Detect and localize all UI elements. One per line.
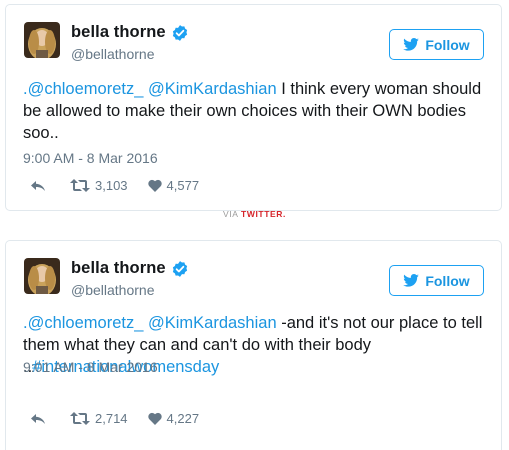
tweet-card: bella thorne @bellathorne Follow .@chloe…	[5, 240, 502, 450]
twitter-bird-icon	[403, 38, 420, 51]
tweet-card: bella thorne @bellathorne Follow .@chloe…	[5, 4, 502, 211]
reply-button[interactable]	[30, 413, 46, 425]
like-count: 4,577	[166, 178, 200, 193]
tweet-timestamp[interactable]: 9:01 AM - 8 Mar 2016	[23, 359, 158, 375]
retweet-count: 2,714	[95, 411, 128, 426]
mention-link[interactable]: @KimKardashian	[148, 80, 277, 98]
via-source-link[interactable]: TWITTER	[241, 209, 283, 219]
follow-button[interactable]: Follow	[389, 29, 484, 60]
reply-icon	[31, 413, 45, 424]
like-count: 4,227	[166, 411, 200, 426]
like-button[interactable]: 4,577	[147, 178, 200, 193]
retweet-count: 3,103	[95, 178, 128, 193]
follow-label: Follow	[425, 36, 470, 53]
mention-link[interactable]: .@chloemoretz_	[23, 314, 143, 332]
tweet-actions: 3,103 4,577	[30, 178, 199, 193]
via-attribution: VIA TWITTER.	[0, 209, 509, 219]
avatar[interactable]	[24, 258, 60, 294]
user-handle[interactable]: @bellathorne	[71, 46, 155, 62]
heart-icon	[147, 179, 162, 192]
retweet-button[interactable]: 2,714	[70, 411, 128, 426]
display-name[interactable]: bella thorne	[71, 23, 166, 42]
heart-icon	[147, 412, 162, 425]
avatar[interactable]	[24, 22, 60, 58]
user-handle[interactable]: @bellathorne	[71, 282, 155, 298]
mention-link[interactable]: @KimKardashian	[148, 314, 277, 332]
verified-badge-icon	[171, 24, 189, 42]
mention-link[interactable]: .@chloemoretz_	[23, 80, 143, 98]
like-button[interactable]: 4,227	[147, 411, 200, 426]
retweet-icon	[70, 179, 90, 192]
follow-label: Follow	[425, 272, 470, 289]
retweet-button[interactable]: 3,103	[70, 178, 128, 193]
via-prefix: VIA	[223, 209, 239, 219]
tweet-actions: 2,714 4,227	[30, 411, 199, 426]
via-suffix: .	[283, 209, 286, 219]
reply-button[interactable]	[30, 180, 46, 192]
display-name[interactable]: bella thorne	[71, 259, 166, 278]
follow-button[interactable]: Follow	[389, 265, 484, 296]
verified-badge-icon	[171, 260, 189, 278]
twitter-bird-icon	[403, 274, 420, 287]
reply-icon	[31, 180, 45, 191]
retweet-icon	[70, 412, 90, 425]
tweet-timestamp[interactable]: 9:00 AM - 8 Mar 2016	[23, 150, 158, 166]
tweet-text: .@chloemoretz_ @KimKardashian I think ev…	[23, 78, 488, 144]
